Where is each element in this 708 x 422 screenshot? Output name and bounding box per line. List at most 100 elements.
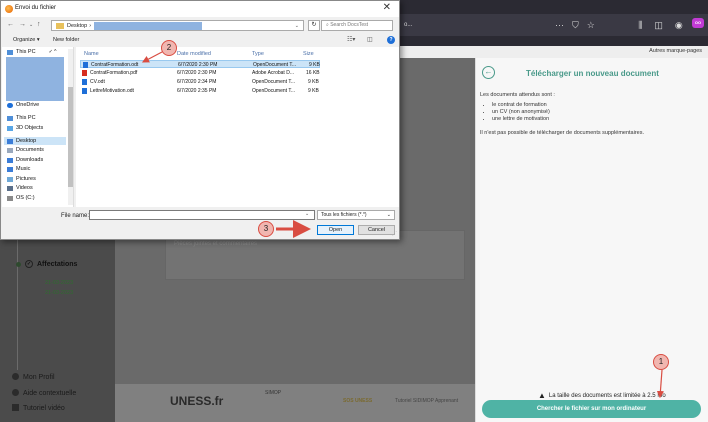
menu-profile[interactable]: Mon Profil [12, 373, 55, 381]
url-tail[interactable]: o... [404, 22, 412, 28]
browse-file-button[interactable]: Chercher le fichier sur mon ordinateur [482, 400, 701, 418]
timeline-dot-icon [16, 261, 21, 267]
odt-file-icon [82, 79, 87, 85]
column-name[interactable]: Name [84, 51, 99, 57]
more-icon[interactable]: ··· [555, 20, 564, 31]
document-icon [7, 147, 13, 153]
address-folder[interactable]: Desktop [67, 23, 87, 29]
file-type: OpenDocument T... [253, 62, 296, 68]
nav-item-3d-objects[interactable]: 3D Objects [7, 125, 43, 131]
address-bar[interactable]: Desktop › ⌄ [51, 20, 304, 31]
extension-badge[interactable]: OO [692, 18, 704, 28]
size-warning: ▲ La taille des documents est limitée à … [538, 391, 666, 400]
upload-panel: ← Télécharger un nouveau document Les do… [475, 58, 708, 422]
menu-affectations-label: Affectations [37, 260, 78, 268]
pocket-icon[interactable]: ⛉ [572, 20, 579, 31]
file-size: 9 KB [309, 62, 320, 68]
annotation-badge-3: 3 [258, 221, 274, 237]
search-input[interactable]: ⌕ Search DocsTest [321, 20, 393, 31]
cube-icon [7, 125, 13, 131]
other-bookmarks[interactable]: Autres marque-pages [649, 48, 702, 54]
drive-icon [7, 195, 13, 201]
new-folder-button[interactable]: New folder [53, 37, 79, 43]
affectation-date[interactable]: 21-03-2023 [45, 280, 73, 286]
simop-logo[interactable]: SIMOP [265, 390, 281, 396]
nav-item-this-pc[interactable]: This PC [7, 115, 36, 121]
view-options-icon[interactable]: ☷▾ [347, 36, 355, 43]
odt-file-icon [82, 88, 87, 94]
nav-item-label: Music [16, 166, 31, 172]
up-arrow-icon[interactable]: ↑ [37, 21, 41, 28]
open-button[interactable]: Open [317, 225, 354, 235]
check-circle-icon: ✓ [25, 260, 33, 268]
refresh-icon[interactable]: ↻ [308, 20, 320, 31]
file-row[interactable]: LettreMotivation.odt 6/7/2020 2:35 PM Op… [80, 87, 320, 95]
recent-chevron-icon[interactable]: ⌄ [29, 22, 33, 28]
annotation-badge-2: 2 [161, 40, 177, 56]
file-open-dialog: Envoi du fichier ✕ ← → ⌄ ↑ Desktop › ⌄ ↻… [0, 0, 400, 240]
back-arrow-icon[interactable]: ← [7, 21, 14, 28]
account-icon[interactable]: ◉ [675, 20, 683, 31]
nav-item-videos[interactable]: Videos [7, 185, 33, 191]
bookmark-star-icon[interactable]: ☆ [587, 20, 595, 31]
file-row[interactable]: ContratFormation.odt 6/7/2020 2:30 PM Op… [80, 60, 320, 68]
address-dropdown-icon[interactable]: ⌄ [295, 23, 299, 29]
column-type[interactable]: Type [252, 51, 264, 57]
bookmarks-bar: Autres marque-pages [400, 46, 708, 58]
toolbar-right-icons: ⫼ ◫ ◉ ≡ [638, 20, 700, 31]
close-icon[interactable]: ✕ [383, 2, 391, 13]
nav-item-pictures[interactable]: Pictures [7, 176, 36, 182]
nav-item-music[interactable]: Music [7, 166, 30, 172]
scroll-thumb[interactable] [68, 87, 73, 187]
menu-video[interactable]: Tutoriel vidéo [12, 404, 65, 412]
affectation-date[interactable]: 21-03-2023 [45, 290, 73, 296]
list-item: un CV (non anonymisé) [492, 109, 550, 116]
user-icon [12, 373, 19, 380]
pdf-file-icon [82, 70, 87, 76]
redacted-path [94, 21, 203, 30]
library-icon[interactable]: ⫼ [638, 20, 642, 31]
cancel-button[interactable]: Cancel [358, 225, 395, 235]
tutorial-link[interactable]: Tutoriel SIDIMOP Apprenant [395, 398, 458, 404]
column-size[interactable]: Size [303, 51, 314, 57]
filetype-select[interactable]: Tous les fichiers (*.*) ⌄ [317, 210, 395, 220]
menu-help-label: Aide contextuelle [23, 390, 77, 397]
attachments-card-text: Pièces jointes et commentaires [174, 241, 258, 247]
preview-pane-icon[interactable]: ◫ [367, 36, 373, 43]
column-date-modified[interactable]: Date modified [177, 51, 211, 57]
filename-input[interactable] [89, 210, 315, 220]
navigation-pane: This PC ✓ ^ OneDrive This PC 3D Objects … [2, 47, 74, 207]
menu-help[interactable]: Aide contextuelle [12, 389, 76, 397]
sidebar-icon[interactable]: ◫ [654, 20, 663, 31]
menu-profile-label: Mon Profil [23, 374, 55, 381]
uness-logo[interactable]: UNESS.fr [170, 394, 223, 408]
file-row[interactable]: ContratFormation.pdf 6/7/2020 2:30 PM Ad… [80, 69, 320, 77]
filename-dropdown-icon[interactable]: ⌄ [305, 211, 309, 217]
computer-icon [7, 49, 13, 55]
file-date: 6/7/2020 2:35 PM [177, 88, 217, 94]
folder-icon [56, 22, 64, 29]
page-footer: UNESS.fr SIMOP SOS UNESS Tutoriel SIDIMO… [115, 384, 475, 422]
nav-item-this-pc[interactable]: This PC ✓ ^ [7, 49, 57, 55]
help-icon[interactable]: ? [387, 36, 395, 44]
nav-scrollbar[interactable] [68, 49, 73, 205]
nav-item-onedrive[interactable]: OneDrive [7, 102, 39, 108]
nav-item-downloads[interactable]: Downloads [7, 157, 43, 163]
nav-item-desktop[interactable]: Desktop [7, 138, 36, 144]
file-row[interactable]: CV.odt 6/7/2020 2:34 PM OpenDocument T..… [80, 78, 320, 86]
annotation-badge-1: 1 [653, 354, 669, 370]
resize-grip-icon[interactable]: ⋰ [392, 231, 397, 237]
file-size: 9 KB [308, 79, 319, 85]
menu-affectations[interactable]: ✓ Affectations [16, 260, 77, 268]
sos-uness-link[interactable]: SOS UNESS [343, 398, 372, 404]
organize-button[interactable]: Organize ▾ [13, 37, 40, 43]
nav-item-label: Desktop [16, 138, 37, 144]
nav-item-os-c[interactable]: OS (C:) [7, 195, 35, 201]
warning-icon: ▲ [538, 391, 546, 400]
nav-item-documents[interactable]: Documents [7, 147, 44, 153]
file-date: 6/7/2020 2:30 PM [178, 62, 218, 68]
video-icon [7, 185, 13, 191]
arrow-left-circle-icon[interactable]: ← [482, 66, 495, 79]
forward-arrow-icon[interactable]: → [19, 21, 26, 28]
cloud-icon [7, 102, 13, 108]
